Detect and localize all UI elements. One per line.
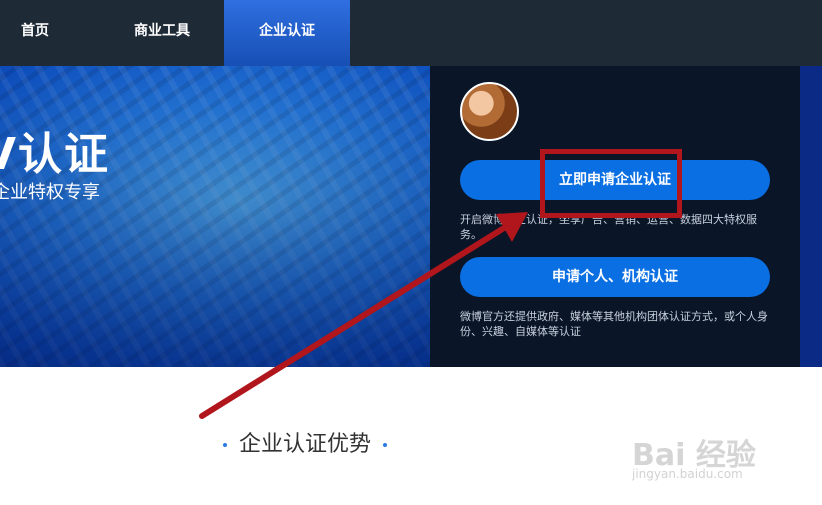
baidu-jingyan-watermark-url: jingyan.baidu.com (632, 467, 743, 481)
